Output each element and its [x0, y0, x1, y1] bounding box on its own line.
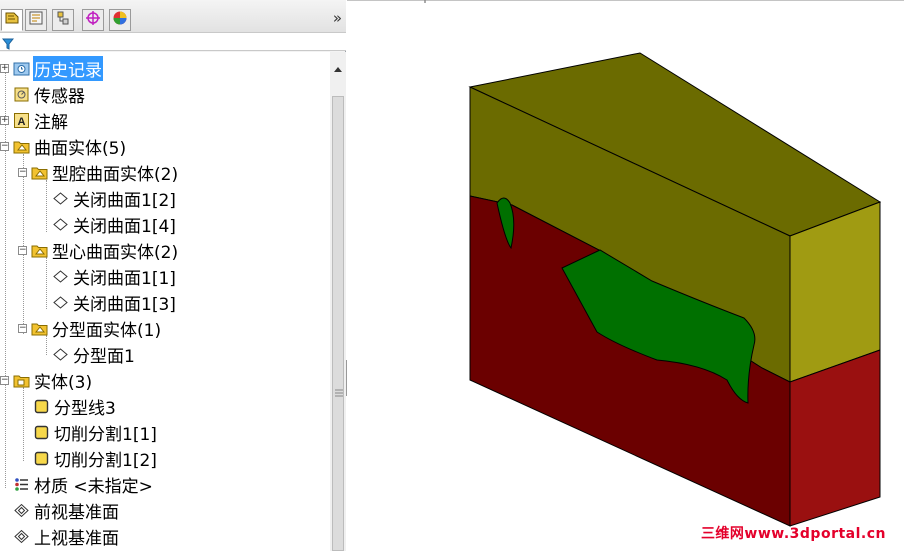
- mold-model: [347, 0, 904, 527]
- tree-guide-line: [46, 257, 47, 309]
- tree-item-label: 关闭曲面1[1]: [73, 268, 176, 289]
- collapse-toggle[interactable]: −: [18, 167, 27, 177]
- surface-body-icon: [52, 346, 69, 363]
- sensor-icon: [13, 86, 30, 103]
- expand-toggle[interactable]: +: [0, 63, 9, 73]
- solid-body-icon: [33, 450, 50, 467]
- tree-item-label: 切削分割1[2]: [54, 450, 157, 471]
- tree-item-solid-body[interactable]: 分型线3: [33, 394, 117, 419]
- dimxpert-tab[interactable]: [82, 9, 104, 31]
- feature-manager-tab[interactable]: [1, 9, 23, 31]
- property-manager-tab[interactable]: [25, 9, 47, 31]
- tree-item-label: 注解: [34, 112, 68, 133]
- tree-item-surface-body[interactable]: 关闭曲面1[3]: [52, 290, 177, 315]
- plane-icon: [13, 502, 30, 519]
- tree-item-sensors[interactable]: 传感器: [13, 82, 86, 107]
- display-manager-tab[interactable]: [109, 9, 131, 31]
- tree-item-label: 前视基准面: [34, 502, 119, 523]
- graphics-viewport[interactable]: [347, 0, 904, 551]
- tree-item-plane[interactable]: 前视基准面: [13, 498, 120, 523]
- filter-bar[interactable]: [0, 33, 346, 51]
- feature-tree: + 历史记录 传感器 + A 注解 − 曲面实体(5) − 型腔曲面实体(2) …: [0, 52, 330, 551]
- color-wheel-icon: [112, 10, 128, 30]
- surface-bodies-folder-icon: [31, 242, 48, 259]
- configuration-icon: [55, 10, 71, 30]
- history-folder-icon: [13, 60, 30, 77]
- tree-guide-line: [23, 387, 24, 461]
- surface-bodies-folder-icon: [31, 164, 48, 181]
- surface-body-icon: [52, 216, 69, 233]
- tree-item-plane[interactable]: 上视基准面: [13, 524, 120, 549]
- property-sheet-icon: [28, 10, 44, 30]
- annotation-icon: A: [13, 112, 30, 129]
- tree-item-history[interactable]: + 历史记录: [0, 55, 103, 81]
- tree-item-label: 型心曲面实体(2): [52, 242, 179, 263]
- material-icon: [13, 476, 30, 493]
- tree-item-label: 关闭曲面1[4]: [73, 216, 176, 237]
- tree-item-label: 实体(3): [34, 372, 93, 393]
- tree-item-annotations[interactable]: + A 注解: [0, 108, 69, 133]
- tree-item-solid-body[interactable]: 切削分割1[1]: [33, 420, 158, 445]
- crosshair-icon: [85, 10, 101, 30]
- feature-manager-panel: » + 历史记录 传感器 + A 注解 − 曲面实体(5) − 型腔曲面实体(2…: [0, 0, 346, 551]
- plane-icon: [13, 528, 30, 545]
- solid-bodies-folder-icon: [13, 372, 30, 389]
- tree-item-solid-bodies[interactable]: − 实体(3): [0, 368, 93, 393]
- surface-body-icon: [52, 268, 69, 285]
- tree-item-solid-body[interactable]: 切削分割1[2]: [33, 446, 158, 471]
- grip-icon: [335, 382, 343, 401]
- collapse-toggle[interactable]: −: [0, 141, 9, 151]
- svg-text:A: A: [18, 116, 26, 128]
- tree-item-surface-body[interactable]: 关闭曲面1[2]: [52, 186, 177, 211]
- tree-item-surface-body[interactable]: 关闭曲面1[1]: [52, 264, 177, 289]
- tree-item-label: 分型线3: [54, 398, 116, 419]
- tree-item-label: 历史记录: [33, 55, 103, 81]
- tree-item-label: 分型面实体(1): [52, 320, 162, 341]
- collapse-toggle[interactable]: −: [18, 245, 27, 255]
- tree-item-surface-bodies[interactable]: − 曲面实体(5): [0, 134, 127, 159]
- panel-tab-bar: »: [0, 0, 346, 33]
- expand-toggle[interactable]: +: [0, 115, 9, 125]
- tree-item-surface-body[interactable]: 关闭曲面1[4]: [52, 212, 177, 237]
- watermark-text: 三维网www.3dportal.cn: [700, 526, 886, 542]
- feature-tree-icon: [4, 10, 20, 30]
- tree-item-material[interactable]: 材质 <未指定>: [13, 472, 154, 497]
- tree-guide-line: [46, 180, 47, 232]
- tree-item-core-surface-bodies[interactable]: − 型心曲面实体(2): [18, 238, 179, 263]
- configuration-manager-tab[interactable]: [52, 9, 74, 31]
- tree-item-label: 上视基准面: [34, 528, 119, 549]
- surface-bodies-folder-icon: [31, 320, 48, 337]
- tree-item-surface-body[interactable]: 分型面1: [52, 342, 136, 367]
- surface-body-icon: [52, 294, 69, 311]
- tree-item-label: 切削分割1[1]: [54, 424, 157, 445]
- tree-item-label: 材质 <未指定>: [34, 476, 153, 497]
- collapse-panel-button[interactable]: »: [333, 9, 342, 27]
- collapse-toggle[interactable]: −: [18, 323, 27, 333]
- tree-item-label: 关闭曲面1[2]: [73, 190, 176, 211]
- scroll-thumb[interactable]: [332, 96, 344, 551]
- tree-item-label: 型腔曲面实体(2): [52, 164, 179, 185]
- tree-item-label: 曲面实体(5): [34, 138, 127, 159]
- tree-item-label: 传感器: [34, 86, 85, 107]
- tree-item-label: 关闭曲面1[3]: [73, 294, 176, 315]
- tree-item-parting-surface-bodies[interactable]: − 分型面实体(1): [18, 316, 162, 341]
- surface-body-icon: [52, 190, 69, 207]
- solid-body-icon: [33, 424, 50, 441]
- surface-bodies-folder-icon: [13, 138, 30, 155]
- tree-item-cavity-surface-bodies[interactable]: − 型腔曲面实体(2): [18, 160, 179, 185]
- tree-item-label: 分型面1: [73, 346, 135, 367]
- collapse-toggle[interactable]: −: [0, 375, 9, 385]
- solid-body-icon: [33, 398, 50, 415]
- scroll-up-arrow-icon[interactable]: [333, 58, 343, 77]
- tree-scrollbar[interactable]: [330, 52, 346, 551]
